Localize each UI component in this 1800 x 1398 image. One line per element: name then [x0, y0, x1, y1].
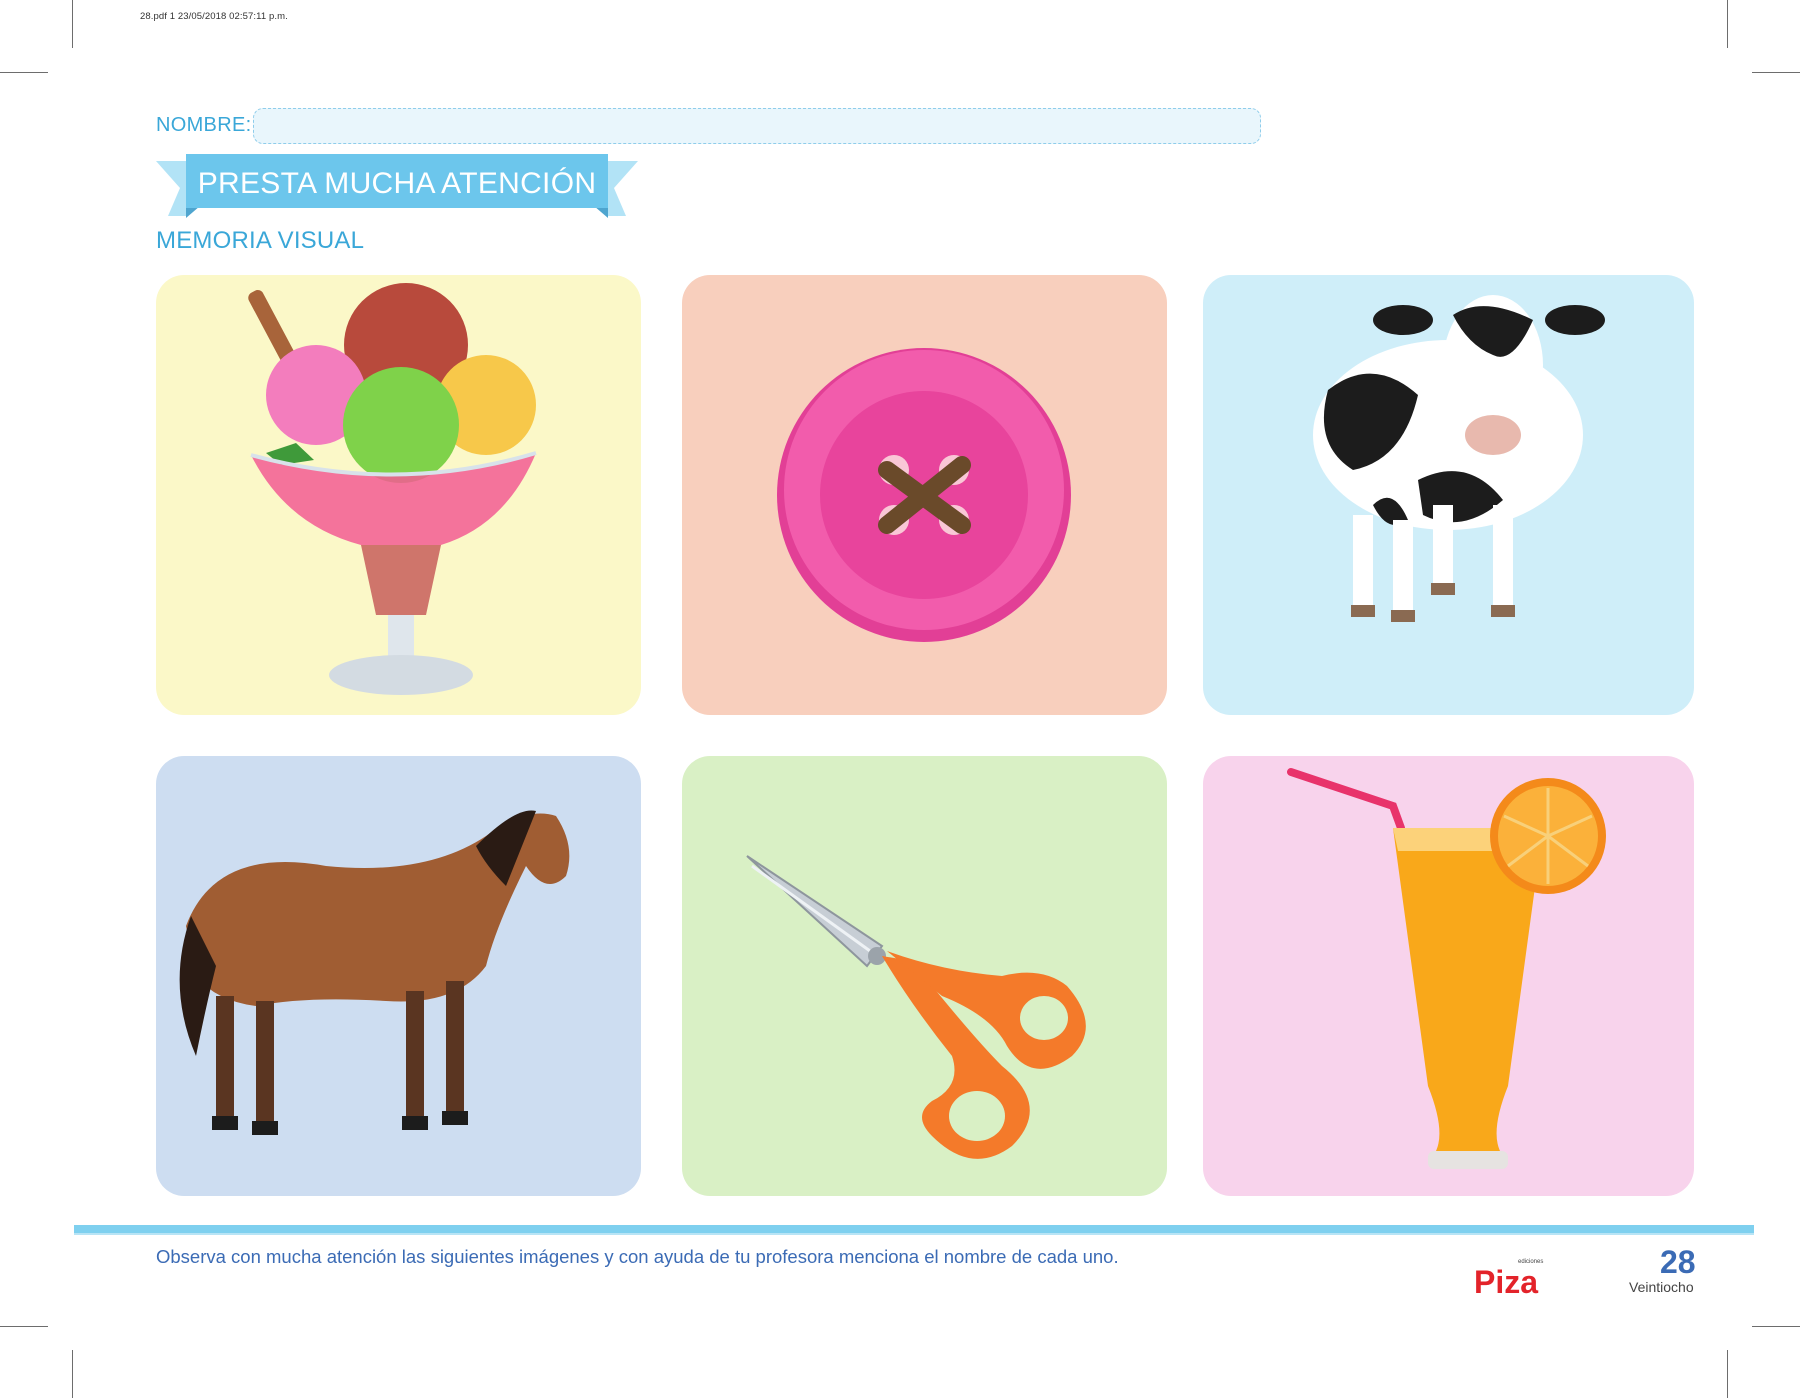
- card-ice-cream: ice-cream-sundae: [156, 275, 641, 715]
- crop-mark: [72, 1350, 73, 1398]
- crop-mark: [0, 72, 48, 73]
- page-number: 28: [1660, 1244, 1696, 1280]
- title-banner: PRESTA MUCHA ATENCIÓN: [156, 154, 638, 222]
- subtitle: MEMORIA VISUAL: [156, 227, 365, 254]
- name-label: NOMBRE:: [156, 114, 252, 136]
- horse-illustration: [156, 756, 641, 1196]
- piza-logo-mark: Piza: [1474, 1264, 1538, 1297]
- crop-mark: [1727, 0, 1728, 48]
- orange-juice-illustration: [1203, 756, 1694, 1196]
- page-word: Veintiocho: [1629, 1279, 1694, 1295]
- card-scissors: scissors: [682, 756, 1167, 1196]
- crop-mark: [1752, 1326, 1800, 1327]
- card-button: pink-button: [682, 275, 1167, 715]
- crop-mark: [1752, 72, 1800, 73]
- name-field[interactable]: [253, 108, 1261, 144]
- print-header: 28.pdf 1 23/05/2018 02:57:11 p.m.: [140, 11, 288, 22]
- piza-logo: Piza ediciones: [1474, 1259, 1556, 1297]
- scissors-illustration: [682, 756, 1167, 1196]
- logo-brand: Piza: [1474, 1264, 1538, 1297]
- logo-sup: ediciones: [1518, 1259, 1544, 1265]
- banner-title: PRESTA MUCHA ATENCIÓN: [197, 167, 597, 200]
- cow-illustration: [1203, 275, 1694, 715]
- card-juice: orange-juice: [1203, 756, 1694, 1196]
- ice-cream-sundae-illustration: [156, 275, 641, 715]
- crop-mark: [72, 0, 73, 48]
- instruction-text: Observa con mucha atención las siguiente…: [156, 1246, 1119, 1267]
- card-horse: horse: [156, 756, 641, 1196]
- crop-mark: [1727, 1350, 1728, 1398]
- card-cow: cow: [1203, 275, 1694, 715]
- crop-mark: [0, 1326, 48, 1327]
- footer-divider: [74, 1225, 1754, 1235]
- pink-button-illustration: [682, 275, 1167, 715]
